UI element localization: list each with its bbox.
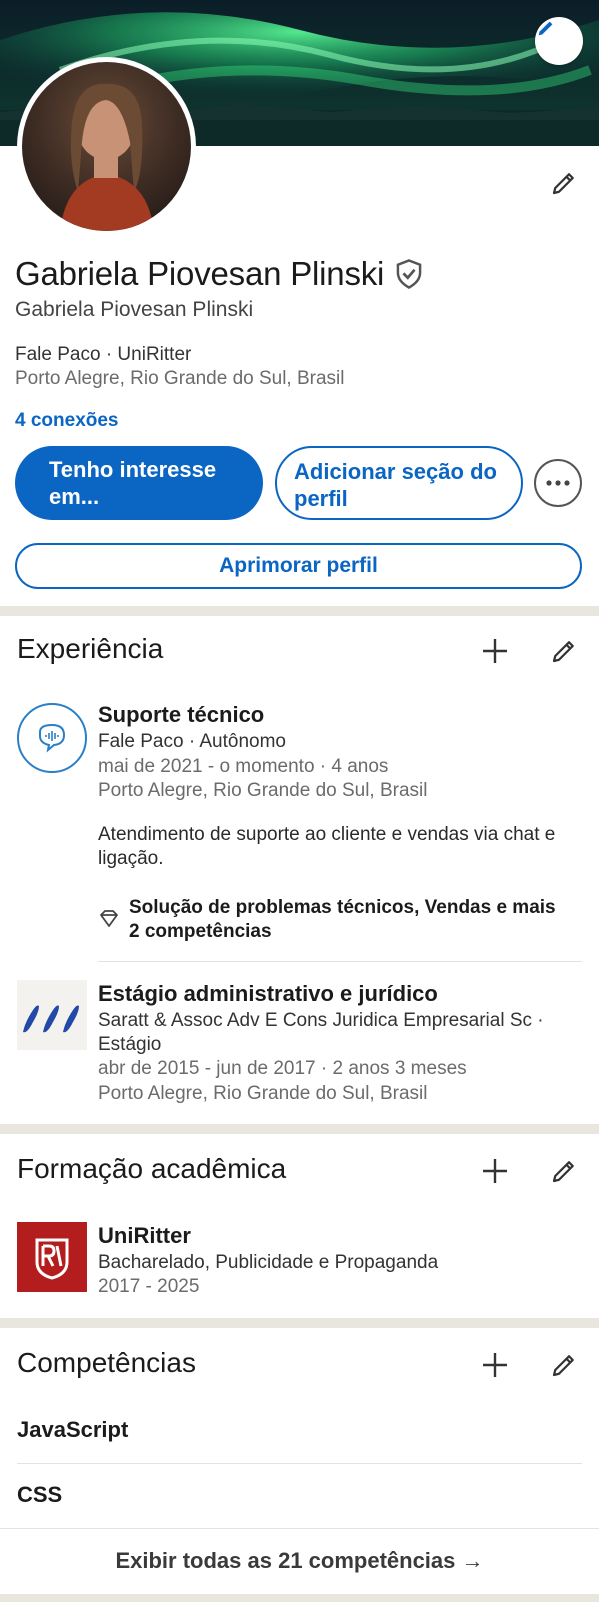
experience-section-title: Experiência [17, 633, 164, 664]
education-school[interactable]: UniRitter [98, 1223, 191, 1249]
saratt-logo[interactable] [17, 980, 87, 1050]
edit-experience-button[interactable] [547, 634, 581, 668]
speech-bubble-icon [39, 723, 66, 753]
profile-name: Gabriela Piovesan Plinski [15, 255, 424, 293]
connections-link[interactable]: 4 conexões [15, 410, 119, 432]
uniritter-logo[interactable] [17, 1222, 87, 1292]
pencil-icon [538, 21, 553, 36]
diamond-icon [100, 910, 118, 927]
experience-skills[interactable]: Solução de problemas técnicos, Vendas e … [98, 896, 569, 944]
pencil-icon [552, 1161, 574, 1183]
profile-edit-button[interactable] [544, 163, 584, 203]
education-degree: Bacharelado, Publicidade e Propaganda [98, 1252, 439, 1273]
experience-description: Atendimento de suporte ao cliente e vend… [98, 824, 556, 869]
edit-skills-button[interactable] [547, 1348, 581, 1382]
education-section-title: Formação acadêmica [17, 1153, 287, 1184]
experience-company: Saratt & Assoc Adv E Cons Juridica Empre… [98, 1010, 544, 1055]
skill-divider [0, 1528, 599, 1529]
add-profile-section-button[interactable]: Adicionar seção do perfil [275, 446, 523, 520]
improve-profile-button[interactable]: Aprimorar perfil [15, 543, 582, 589]
saratt-logo-mark [23, 1005, 79, 1033]
experience-skills-text: Solução de problemas técnicos, Vendas e … [129, 897, 556, 942]
ellipsis-icon [546, 480, 570, 486]
pencil-icon [552, 173, 574, 195]
add-skill-button[interactable] [478, 1348, 512, 1382]
profile-name-text: Gabriela Piovesan Plinski [15, 255, 385, 292]
add-experience-button[interactable] [478, 634, 512, 668]
experience-divider [98, 961, 582, 962]
shield-check-icon[interactable] [394, 258, 424, 290]
profile-work: Fale Paco · UniRitter [15, 344, 192, 365]
more-actions-button[interactable] [534, 459, 582, 507]
show-all-skills-button[interactable]: Exibir todas as 21 competências → [0, 1548, 599, 1574]
pencil-icon [552, 641, 574, 663]
profile-headline: Gabriela Piovesan Plinski [15, 298, 254, 321]
education-dates: 2017 - 2025 [98, 1276, 200, 1297]
skills-section-title: Competências [17, 1347, 196, 1378]
plus-icon [483, 1159, 507, 1183]
experience-title[interactable]: Estágio administrativo e jurídico [98, 981, 438, 1007]
experience-location: Porto Alegre, Rio Grande do Sul, Brasil [98, 780, 428, 801]
pencil-icon [552, 1355, 574, 1377]
section-separator [0, 1318, 599, 1328]
plus-icon [483, 639, 507, 663]
plus-icon [483, 1353, 507, 1377]
edit-education-button[interactable] [547, 1154, 581, 1188]
experience-location: Porto Alegre, Rio Grande do Sul, Brasil [98, 1083, 428, 1104]
experience-company: Fale Paco · Autônomo [98, 731, 286, 752]
avatar-photo [22, 62, 191, 231]
section-separator [0, 1594, 599, 1602]
add-education-button[interactable] [478, 1154, 512, 1188]
section-separator [0, 606, 599, 616]
skill-item[interactable]: CSS [17, 1482, 62, 1508]
uniritter-logo-mark [35, 1238, 69, 1280]
skill-item[interactable]: JavaScript [17, 1417, 128, 1443]
cover-edit-button[interactable] [535, 17, 583, 65]
section-separator [0, 1124, 599, 1134]
open-to-button[interactable]: Tenho interesse em... [15, 446, 263, 520]
experience-dates: mai de 2021 - o momento · 4 anos [98, 756, 389, 777]
experience-title[interactable]: Suporte técnico [98, 702, 264, 728]
fale-paco-logo[interactable] [17, 703, 87, 773]
profile-location: Porto Alegre, Rio Grande do Sul, Brasil [15, 368, 345, 389]
experience-dates: abr de 2015 - jun de 2017 · 2 anos 3 mes… [98, 1058, 467, 1079]
avatar[interactable] [17, 57, 196, 236]
skill-divider [17, 1463, 582, 1464]
